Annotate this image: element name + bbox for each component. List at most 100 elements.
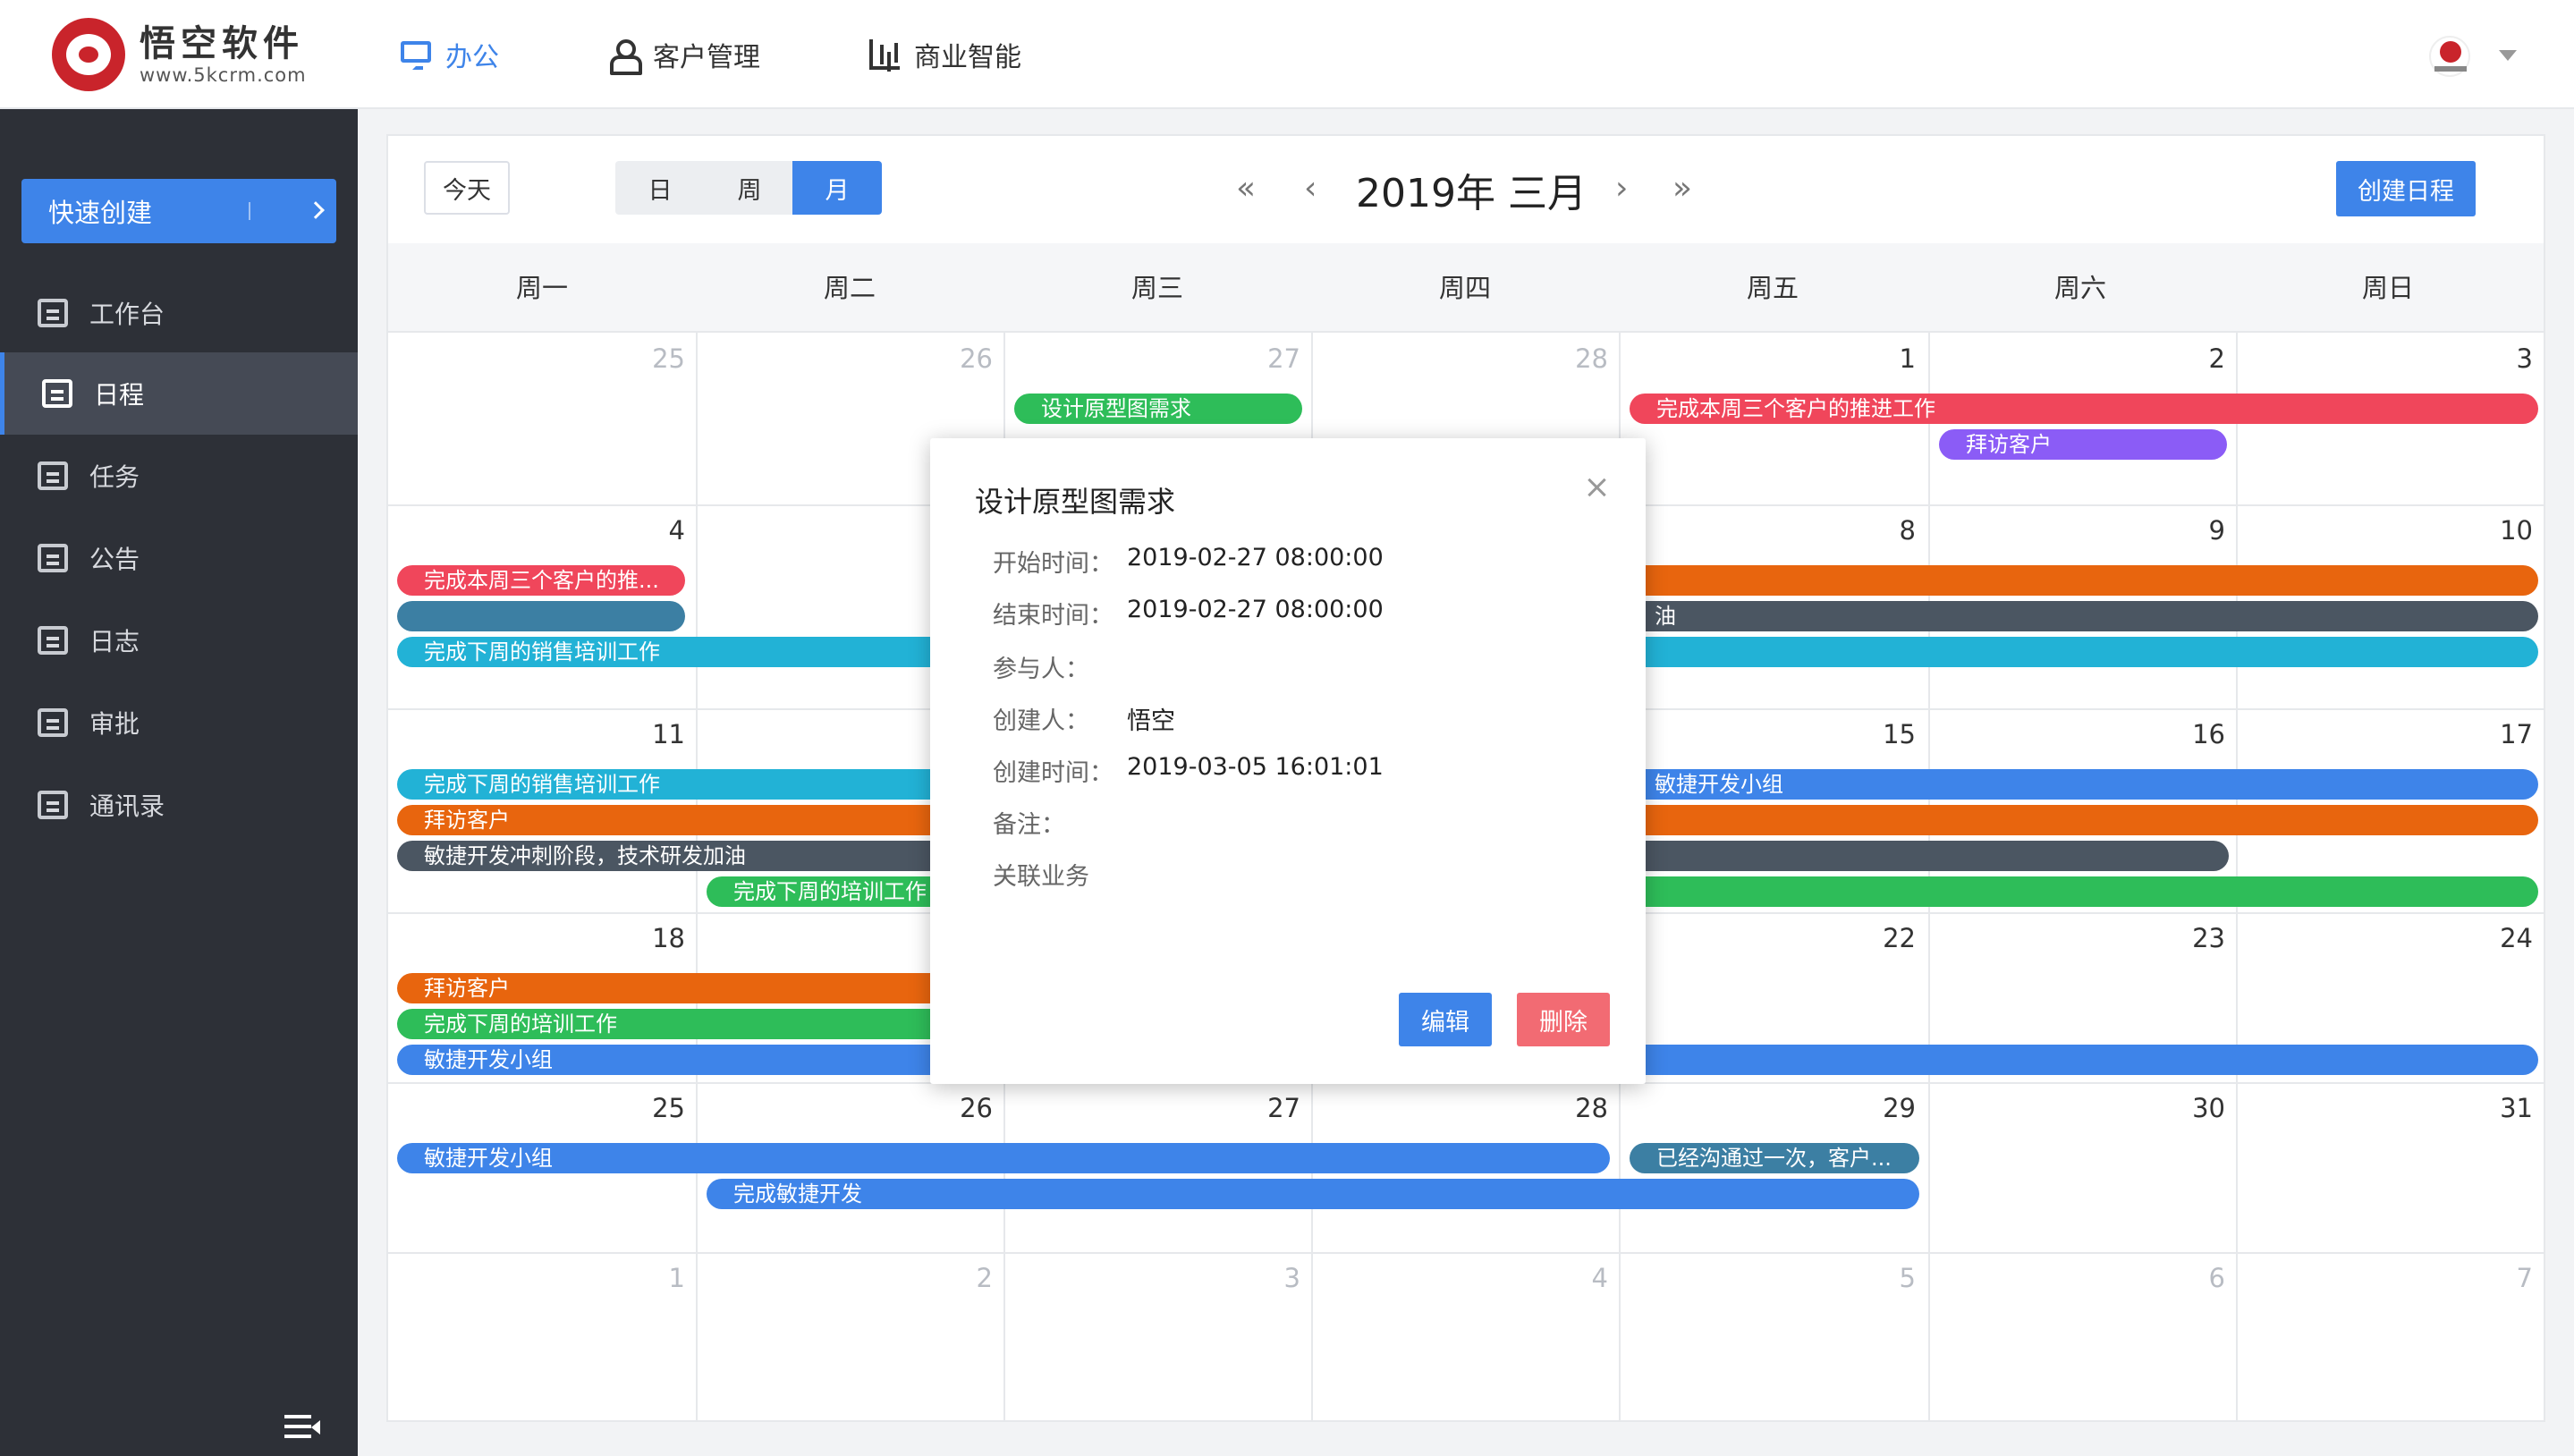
delete-button[interactable]: 删除 <box>1517 993 1610 1046</box>
event-bar[interactable] <box>1628 637 2538 667</box>
topnav-crm[interactable]: 客户管理 <box>608 32 760 77</box>
event-bar[interactable] <box>1628 1045 2538 1075</box>
view-day-button[interactable]: 日 <box>615 161 705 215</box>
prev-month-icon[interactable]: ‹ <box>1304 173 1317 205</box>
day-number[interactable]: 26 <box>939 343 993 374</box>
topnav-crm-label: 客户管理 <box>653 42 760 73</box>
brand-name: 悟空软件 <box>140 23 304 64</box>
sidebar-item-tasks[interactable]: 任务 <box>0 435 358 517</box>
sidebar-item-contacts[interactable]: 通讯录 <box>0 764 358 846</box>
day-number[interactable]: 2 <box>2172 343 2225 374</box>
sidebar-item-notice[interactable]: 公告 <box>0 517 358 599</box>
event-bar[interactable]: 完成本周三个客户的推... <box>397 565 685 596</box>
event-bar[interactable]: 设计原型图需求 <box>1014 394 1302 424</box>
today-button[interactable]: 今天 <box>424 161 510 215</box>
day-number[interactable]: 11 <box>631 719 685 749</box>
day-number[interactable]: 17 <box>2479 719 2533 749</box>
sidebar-item-workbench[interactable]: 工作台 <box>0 272 358 354</box>
event-bar[interactable]: 完成敏捷开发 <box>707 1179 1919 1209</box>
day-number[interactable]: 6 <box>2172 1263 2225 1293</box>
event-bar[interactable]: 完成本周三个客户的推进工作 <box>1630 394 2538 424</box>
topnav-office-label: 办公 <box>445 42 499 73</box>
topnav-office[interactable]: 办公 <box>401 32 499 77</box>
event-bar[interactable]: 敏捷开发小组 <box>397 1143 1610 1173</box>
sidebar-item-label: 工作台 <box>89 300 165 329</box>
quick-create-label: 快速创建 <box>48 198 153 228</box>
monitor-icon <box>38 299 68 327</box>
calendar-icon <box>42 379 72 408</box>
divider <box>249 202 250 220</box>
day-number[interactable]: 28 <box>1554 1093 1608 1123</box>
brand-logo[interactable]: 悟空软件 www.5kcrm.com <box>52 18 307 91</box>
edit-button[interactable]: 编辑 <box>1399 993 1492 1046</box>
field-label: 开始时间： <box>993 550 1113 578</box>
day-number[interactable]: 27 <box>1247 1093 1300 1123</box>
day-number[interactable]: 1 <box>631 1263 685 1293</box>
day-number[interactable]: 22 <box>1862 923 1916 953</box>
day-number[interactable]: 30 <box>2172 1093 2225 1123</box>
topnav-bi[interactable]: 商业智能 <box>869 32 1021 77</box>
weekday-label: 周五 <box>1746 273 1799 303</box>
event-bar[interactable]: 油 <box>1628 601 2538 631</box>
sidebar-item-label: 日志 <box>89 627 140 656</box>
event-bar[interactable]: 已经沟通过一次，客户... <box>1630 1143 1919 1173</box>
event-bar[interactable] <box>1628 805 2538 835</box>
sidebar-item-approval[interactable]: 审批 <box>0 681 358 764</box>
field-value: 2019-02-27 08:00:00 <box>1127 544 1384 571</box>
next-month-icon[interactable]: › <box>1615 173 1628 205</box>
day-number[interactable]: 27 <box>1247 343 1300 374</box>
day-number[interactable]: 10 <box>2479 515 2533 546</box>
day-number[interactable]: 3 <box>1247 1263 1300 1293</box>
event-bar[interactable] <box>1628 565 2538 596</box>
day-number[interactable]: 9 <box>2172 515 2225 546</box>
day-number[interactable]: 26 <box>939 1093 993 1123</box>
collapse-sidebar-icon[interactable] <box>284 1415 322 1440</box>
day-number[interactable]: 8 <box>1862 515 1916 546</box>
event-bar[interactable]: 敏捷开发小组 <box>1628 769 2538 800</box>
day-number[interactable]: 4 <box>631 515 685 546</box>
sidebar-item-label: 公告 <box>89 545 140 574</box>
view-week-button[interactable]: 周 <box>705 161 794 215</box>
sidebar-item-schedule[interactable]: 日程 <box>0 352 358 435</box>
event-bar[interactable]: 拜访客户 <box>1939 429 2227 460</box>
create-schedule-button[interactable]: 创建日程 <box>2336 161 2476 216</box>
event-bar[interactable] <box>397 601 685 631</box>
day-number[interactable]: 31 <box>2479 1093 2533 1123</box>
field-value: 2019-03-05 16:01:01 <box>1127 753 1384 781</box>
day-number[interactable]: 16 <box>2172 719 2225 749</box>
day-number[interactable]: 7 <box>2479 1263 2533 1293</box>
day-number[interactable]: 25 <box>631 1093 685 1123</box>
sidebar-item-log[interactable]: 日志 <box>0 599 358 681</box>
day-number[interactable]: 28 <box>1554 343 1608 374</box>
event-bar[interactable] <box>1628 841 2229 871</box>
brand-url: www.5kcrm.com <box>140 64 307 86</box>
day-number[interactable]: 4 <box>1554 1263 1608 1293</box>
notice-icon <box>38 544 68 572</box>
quick-create-button[interactable]: 快速创建 <box>21 179 336 243</box>
field-creator: 创建人： 悟空 <box>993 701 1175 736</box>
grid-line <box>696 333 698 1422</box>
day-number[interactable]: 5 <box>1862 1263 1916 1293</box>
day-number[interactable]: 2 <box>939 1263 993 1293</box>
day-number[interactable]: 25 <box>631 343 685 374</box>
next-year-icon[interactable]: » <box>1672 173 1692 205</box>
close-icon[interactable] <box>1583 474 1610 501</box>
day-number[interactable]: 3 <box>2479 343 2533 374</box>
event-bar[interactable] <box>1628 876 2538 907</box>
view-month-button[interactable]: 月 <box>792 161 882 215</box>
user-avatar[interactable] <box>2429 36 2470 77</box>
chevron-right-icon <box>307 201 325 219</box>
day-number[interactable]: 1 <box>1862 343 1916 374</box>
grid-line <box>388 1252 2544 1254</box>
bar-chart-icon <box>869 39 900 70</box>
dialog-title: 设计原型图需求 <box>975 485 1176 519</box>
day-number[interactable]: 29 <box>1862 1093 1916 1123</box>
sidebar-item-label: 任务 <box>89 462 140 492</box>
field-created-time: 创建时间： 2019-03-05 16:01:01 <box>993 753 1384 788</box>
day-number[interactable]: 23 <box>2172 923 2225 953</box>
caret-down-icon[interactable] <box>2499 50 2517 61</box>
day-number[interactable]: 24 <box>2479 923 2533 953</box>
prev-year-icon[interactable]: « <box>1236 173 1256 205</box>
day-number[interactable]: 15 <box>1862 719 1916 749</box>
day-number[interactable]: 18 <box>631 923 685 953</box>
